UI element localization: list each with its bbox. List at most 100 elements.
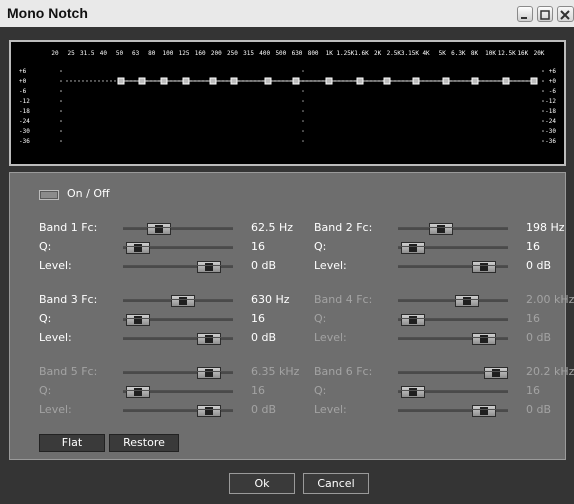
band-2-fc-slider[interactable]	[398, 223, 508, 235]
eq-node[interactable]	[325, 77, 333, 85]
band-4-level-value: 0 dB	[526, 331, 552, 344]
grid-dot	[542, 80, 544, 82]
band-4-fc-label: Band 4 Fc:	[314, 293, 373, 306]
band-3-level-slider-handle[interactable]	[197, 333, 221, 345]
freq-tick-label: 8K	[471, 50, 479, 57]
band-5-fc-row: Band 5 Fc: 6.35 kHz	[39, 364, 299, 382]
band-3-fc-row: Band 3 Fc: 630 Hz	[39, 292, 299, 310]
band-5-q-slider-handle[interactable]	[126, 386, 150, 398]
eq-node[interactable]	[471, 77, 479, 85]
grid-dot	[542, 90, 544, 92]
eq-node[interactable]	[356, 77, 364, 85]
restore-button[interactable]: Restore	[109, 434, 179, 452]
band-1-fc-label: Band 1 Fc:	[39, 221, 98, 234]
band-4-level-slider[interactable]	[398, 333, 508, 345]
band-5-level-slider[interactable]	[123, 405, 233, 417]
eq-node[interactable]	[383, 77, 391, 85]
band-6-fc-value: 20.2 kHz	[526, 365, 574, 378]
band-2-q-slider[interactable]	[398, 242, 508, 254]
band-1-q-slider[interactable]	[123, 242, 233, 254]
freq-tick-label: 2K	[374, 50, 382, 57]
band-3-q-slider[interactable]	[123, 314, 233, 326]
cancel-button[interactable]: Cancel	[303, 473, 369, 494]
band-5: Band 5 Fc: 6.35 kHz Q: 16 Level: 0 dB	[39, 364, 299, 417]
band-5-fc-label: Band 5 Fc:	[39, 365, 98, 378]
band-6-q-slider-handle[interactable]	[401, 386, 425, 398]
eq-node[interactable]	[182, 77, 190, 85]
eq-node[interactable]	[530, 77, 538, 85]
freq-tick-label: 6.3K	[451, 50, 466, 57]
eq-node[interactable]	[230, 77, 238, 85]
freq-tick-label: 800	[308, 50, 319, 57]
band-4-fc-slider-handle[interactable]	[455, 295, 479, 307]
grid-dot	[302, 140, 304, 142]
band-5-q-slider[interactable]	[123, 386, 233, 398]
db-tick-label: +0	[19, 78, 27, 85]
band-4-q-value: 16	[526, 312, 540, 325]
eq-node[interactable]	[292, 77, 300, 85]
band-4-fc-slider[interactable]	[398, 295, 508, 307]
freq-tick-label: 400	[259, 50, 270, 57]
minimize-icon[interactable]	[517, 6, 533, 22]
curve-dot	[78, 80, 80, 82]
band-5-q-value: 16	[251, 384, 265, 397]
eq-node[interactable]	[502, 77, 510, 85]
band-6-fc-slider[interactable]	[398, 367, 508, 379]
freq-tick-label: 200	[211, 50, 222, 57]
band-6-level-slider[interactable]	[398, 405, 508, 417]
band-6-fc-slider-handle[interactable]	[484, 367, 508, 379]
band-2-q-slider-handle[interactable]	[401, 242, 425, 254]
band-4-q-slider-handle[interactable]	[401, 314, 425, 326]
flat-button[interactable]: Flat	[39, 434, 105, 452]
eq-node[interactable]	[442, 77, 450, 85]
band-3-fc-slider[interactable]	[123, 295, 233, 307]
band-6-level-row: Level: 0 dB	[314, 402, 574, 420]
on-off-label: On / Off	[67, 187, 110, 200]
band-1-fc-slider-handle[interactable]	[147, 223, 171, 235]
on-off-toggle[interactable]: On / Off	[39, 187, 110, 203]
band-2-fc-value: 198 Hz	[526, 221, 565, 234]
eq-node[interactable]	[138, 77, 146, 85]
eq-node[interactable]	[117, 77, 125, 85]
band-3-fc-slider-handle[interactable]	[171, 295, 195, 307]
band-5-fc-slider-handle[interactable]	[197, 367, 221, 379]
curve-dot	[106, 80, 108, 82]
band-1-q-slider-handle[interactable]	[126, 242, 150, 254]
band-3-q-slider-handle[interactable]	[126, 314, 150, 326]
eq-node[interactable]	[412, 77, 420, 85]
band-2-q-label: Q:	[314, 240, 327, 253]
band-3-level-slider[interactable]	[123, 333, 233, 345]
ok-button[interactable]: Ok	[229, 473, 295, 494]
band-2-level-slider-handle[interactable]	[472, 261, 496, 273]
band-5-fc-slider[interactable]	[123, 367, 233, 379]
band-5-level-slider-handle[interactable]	[197, 405, 221, 417]
band-4-fc-row: Band 4 Fc: 2.00 kHz	[314, 292, 574, 310]
band-6-level-slider-handle[interactable]	[472, 405, 496, 417]
eq-graph: 20 25 31.5 40 50 63 80 100 125 160 200 250 315 400 500…	[19, 50, 557, 145]
eq-node[interactable]	[160, 77, 168, 85]
band-2-level-slider[interactable]	[398, 261, 508, 273]
band-6-q-slider[interactable]	[398, 386, 508, 398]
band-4-q-row: Q: 16	[314, 311, 574, 329]
eq-node[interactable]	[209, 77, 217, 85]
close-icon[interactable]	[557, 6, 574, 22]
curve-dot	[114, 80, 116, 82]
band-5-q-label: Q:	[39, 384, 52, 397]
freq-tick-label: 12.5K	[498, 50, 516, 57]
band-1-fc-slider[interactable]	[123, 223, 233, 235]
grid-dot	[542, 70, 544, 72]
grid-dot	[542, 120, 544, 122]
eq-node[interactable]	[264, 77, 272, 85]
band-4-level-slider-handle[interactable]	[472, 333, 496, 345]
grid-dot	[542, 110, 544, 112]
band-5-level-label: Level:	[39, 403, 72, 416]
band-1-level-label: Level:	[39, 259, 72, 272]
db-tick-label: +0	[549, 78, 557, 85]
maximize-icon[interactable]	[537, 6, 553, 22]
band-1-level-slider[interactable]	[123, 261, 233, 273]
band-1-level-slider-handle[interactable]	[197, 261, 221, 273]
db-tick-label: -12	[19, 98, 30, 105]
band-4-q-slider[interactable]	[398, 314, 508, 326]
grid-dot	[302, 110, 304, 112]
band-2-fc-slider-handle[interactable]	[429, 223, 453, 235]
